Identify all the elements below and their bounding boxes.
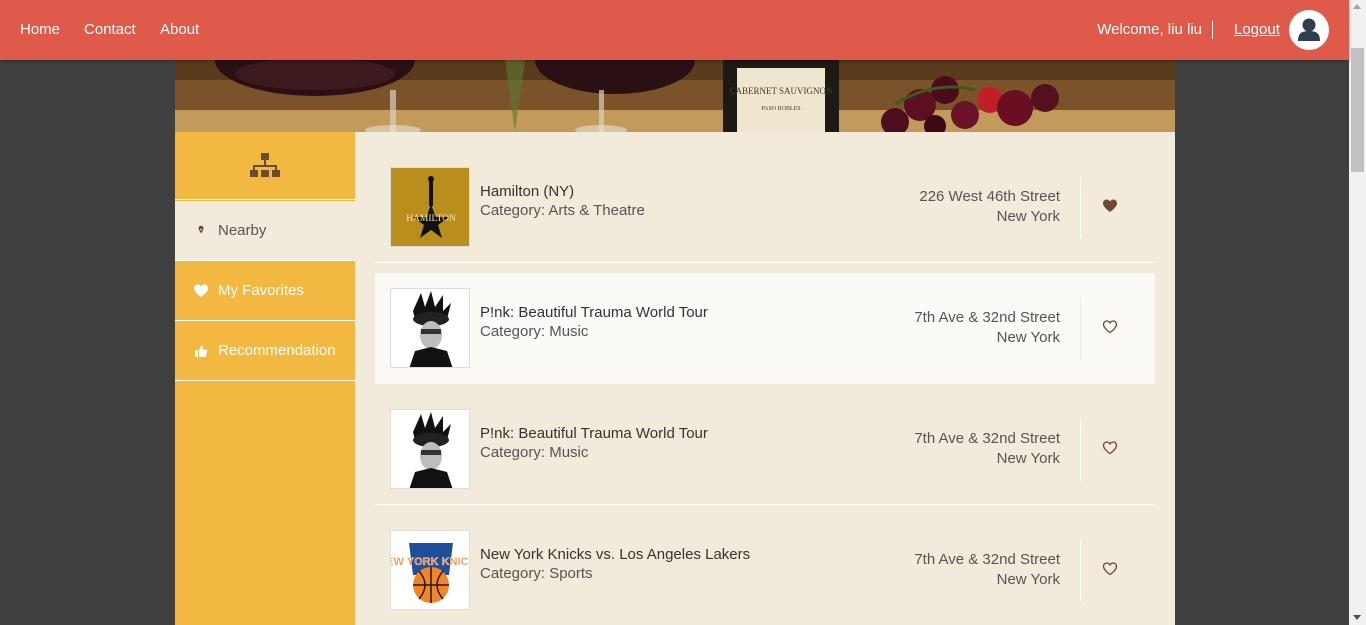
row-divider [1080,298,1081,360]
sidebar-item-recommendation[interactable]: Recommendation [175,321,355,381]
item-category: Category: Music [480,444,589,461]
banner-image: CABERNET SAUVIGNON PASO ROBLES [175,60,1175,132]
logout-link[interactable]: Logout [1234,21,1280,39]
item-list: HAMILTON Hamilton (NY) Category: Arts & … [355,132,1175,625]
item-address-line1: 226 West 46th Street [919,188,1060,205]
item-address-line1: 7th Ave & 32nd Street [914,309,1060,326]
item-name[interactable]: Hamilton (NY) [480,183,574,201]
heart-outline-icon[interactable] [1102,561,1118,577]
heart-outline-icon[interactable] [1102,319,1118,335]
nav-home-link[interactable]: Home [20,21,60,39]
welcome-text: Welcome, liu liu [1097,21,1213,39]
scroll-up-arrow-icon[interactable] [1353,4,1361,9]
map-marker-icon [198,225,204,234]
item-address-line2: New York [996,450,1060,467]
item-address-line2: New York [996,208,1060,225]
thumbs-up-icon [195,345,208,357]
item-thumbnail[interactable]: NEW YORK KNICKS [390,530,470,610]
scroll-down-arrow-icon[interactable] [1353,615,1361,620]
sidebar-item-nearby[interactable]: Nearby [175,201,355,261]
top-nav: Home Contact About Welcome, liu liu Logo… [0,0,1349,60]
heart-icon [194,284,208,297]
item-thumbnail[interactable] [390,288,470,368]
item-address: 7th Ave & 32nd Street New York [914,429,1060,469]
nav-about-link[interactable]: About [160,21,199,39]
list-item[interactable]: NEW YORK KNICKS New York Knicks vs. Los … [375,515,1155,625]
page-scrollbar[interactable] [1349,0,1366,625]
bottle-label-text: CABERNET SAUVIGNON [729,86,833,96]
item-thumbnail[interactable] [390,409,470,489]
heart-outline-icon[interactable] [1102,440,1118,456]
heart-filled-icon[interactable] [1102,198,1118,214]
hamilton-logo-text: HAMILTON [406,214,456,224]
sidebar: Nearby My Favorites Recommendation [175,132,355,625]
item-name[interactable]: New York Knicks vs. Los Angeles Lakers [480,546,750,564]
item-name[interactable]: P!nk: Beautiful Trauma World Tour [480,425,708,443]
item-category: Category: Music [480,323,589,340]
row-divider [1080,177,1081,239]
sidebar-item-my-favorites[interactable]: My Favorites [175,261,355,321]
item-category: Category: Sports [480,565,593,582]
sidebar-item-label: Nearby [218,222,267,239]
row-divider [1080,419,1081,481]
item-address: 7th Ave & 32nd Street New York [914,308,1060,348]
row-divider [1080,540,1081,602]
item-category: Category: Arts & Theatre [480,202,645,219]
item-address-line1: 7th Ave & 32nd Street [914,430,1060,447]
nav-contact-link[interactable]: Contact [84,21,136,39]
sidebar-header [175,132,355,200]
list-item[interactable]: P!nk: Beautiful Trauma World Tour Catego… [375,394,1155,505]
item-address-line1: 7th Ave & 32nd Street [914,551,1060,568]
item-address-line2: New York [996,329,1060,346]
sidebar-item-label: Recommendation [218,342,336,359]
sidebar-item-label: My Favorites [218,282,304,299]
item-address-line2: New York [996,571,1060,588]
user-icon[interactable] [1289,10,1329,50]
item-thumbnail[interactable]: HAMILTON [390,167,470,247]
list-item[interactable]: HAMILTON Hamilton (NY) Category: Arts & … [375,152,1155,263]
item-address: 7th Ave & 32nd Street New York [914,550,1060,590]
list-item[interactable]: P!nk: Beautiful Trauma World Tour Catego… [375,273,1155,384]
item-name[interactable]: P!nk: Beautiful Trauma World Tour [480,304,708,322]
scroll-thumb[interactable] [1351,48,1364,172]
knicks-logo-text: NEW YORK KNICKS [391,556,470,568]
item-address: 226 West 46th Street New York [919,187,1060,227]
sitemap-icon [250,153,280,177]
bottle-sublabel-text: PASO ROBLES [761,106,800,112]
